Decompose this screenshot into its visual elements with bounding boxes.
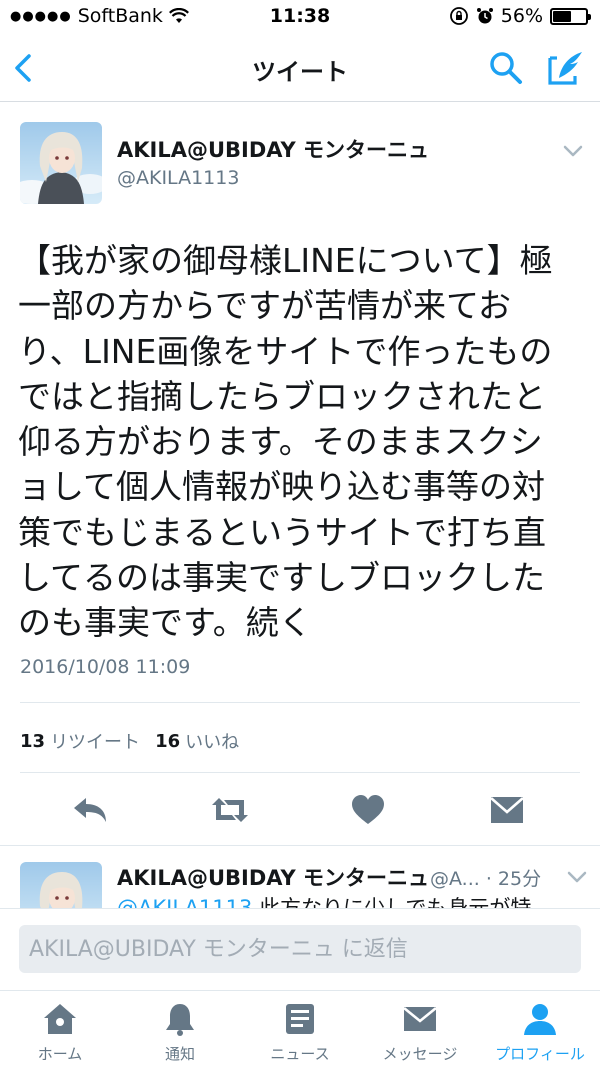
tab-notifications[interactable]: 通知 bbox=[120, 991, 240, 1066]
user-handle[interactable]: @AKILA1113 bbox=[117, 167, 239, 189]
status-right: 56% bbox=[449, 5, 591, 27]
tab-profile[interactable]: プロフィール bbox=[480, 991, 600, 1066]
battery-icon bbox=[550, 7, 591, 25]
reply-text: @AKILA1113 此方なりに少しでも身元が特 bbox=[117, 892, 531, 908]
compose-tweet-icon[interactable] bbox=[545, 48, 585, 88]
direct-message-icon[interactable] bbox=[485, 788, 529, 832]
like-count[interactable]: 16 bbox=[155, 731, 180, 752]
news-icon bbox=[286, 1004, 314, 1034]
retweet-label[interactable]: リツイート bbox=[50, 728, 140, 754]
tweet-text: 【我が家の御母様LINEについて】極 一部の方からですが苦情が来てお り、LIN… bbox=[18, 241, 553, 643]
tab-home[interactable]: ホーム bbox=[0, 991, 120, 1066]
search-icon[interactable] bbox=[488, 50, 524, 86]
alarm-icon bbox=[476, 8, 493, 24]
reply-body: 此方なりに少しでも身元が特 bbox=[259, 896, 532, 908]
like-heart-icon[interactable] bbox=[346, 788, 390, 832]
avatar[interactable] bbox=[20, 862, 102, 908]
tab-notifications-label: 通知 bbox=[164, 1045, 195, 1063]
nav-bar: ツイート bbox=[0, 34, 600, 102]
battery-level bbox=[553, 10, 571, 22]
reply-input[interactable] bbox=[19, 925, 581, 973]
reply-tweet-preview[interactable]: AKILA@UBIDAY モンターニュ @A... · 25分 @AKILA11… bbox=[0, 846, 600, 908]
chevron-down-icon[interactable] bbox=[566, 870, 588, 884]
tab-home-label: ホーム bbox=[37, 1045, 83, 1063]
retweet-icon[interactable] bbox=[208, 788, 252, 832]
retweet-count[interactable]: 13 bbox=[20, 731, 45, 752]
chevron-down-icon[interactable] bbox=[562, 144, 584, 158]
bell-icon bbox=[166, 1004, 194, 1036]
orientation-lock-icon bbox=[449, 7, 468, 25]
user-display-name[interactable]: AKILA@UBIDAY モンターニュ bbox=[117, 134, 429, 164]
reply-icon[interactable] bbox=[68, 788, 112, 832]
avatar-image bbox=[20, 122, 102, 204]
tab-profile-label: プロフィール bbox=[495, 1045, 585, 1063]
divider bbox=[20, 702, 580, 703]
battery-percent: 56% bbox=[500, 5, 543, 27]
mail-icon bbox=[403, 1006, 437, 1031]
reply-meta: @A... · 25分 bbox=[430, 868, 542, 890]
like-label[interactable]: いいね bbox=[185, 728, 239, 754]
tweet-timestamp: 2016/10/08 11:09 bbox=[20, 656, 191, 678]
tab-news[interactable]: ニュース bbox=[240, 991, 360, 1066]
tweet-stats: 13 リツイート 16 いいね bbox=[20, 728, 254, 754]
tab-messages[interactable]: メッセージ bbox=[360, 991, 480, 1066]
profile-icon bbox=[524, 1004, 556, 1035]
tab-messages-label: メッセージ bbox=[382, 1045, 458, 1063]
avatar-image bbox=[20, 862, 102, 908]
tab-bar: ホーム 通知 ニュース メッセージ プロフィール bbox=[0, 990, 600, 1066]
status-bar: ●●●●● SoftBank 11:38 56% bbox=[0, 0, 600, 34]
reply-mention[interactable]: @AKILA1113 bbox=[117, 896, 252, 908]
tab-news-label: ニュース bbox=[270, 1045, 330, 1063]
avatar[interactable] bbox=[20, 122, 102, 204]
reply-user-name[interactable]: AKILA@UBIDAY モンターニュ bbox=[117, 862, 429, 892]
home-icon bbox=[44, 1004, 76, 1034]
divider bbox=[20, 772, 580, 773]
reply-composer bbox=[0, 908, 600, 990]
